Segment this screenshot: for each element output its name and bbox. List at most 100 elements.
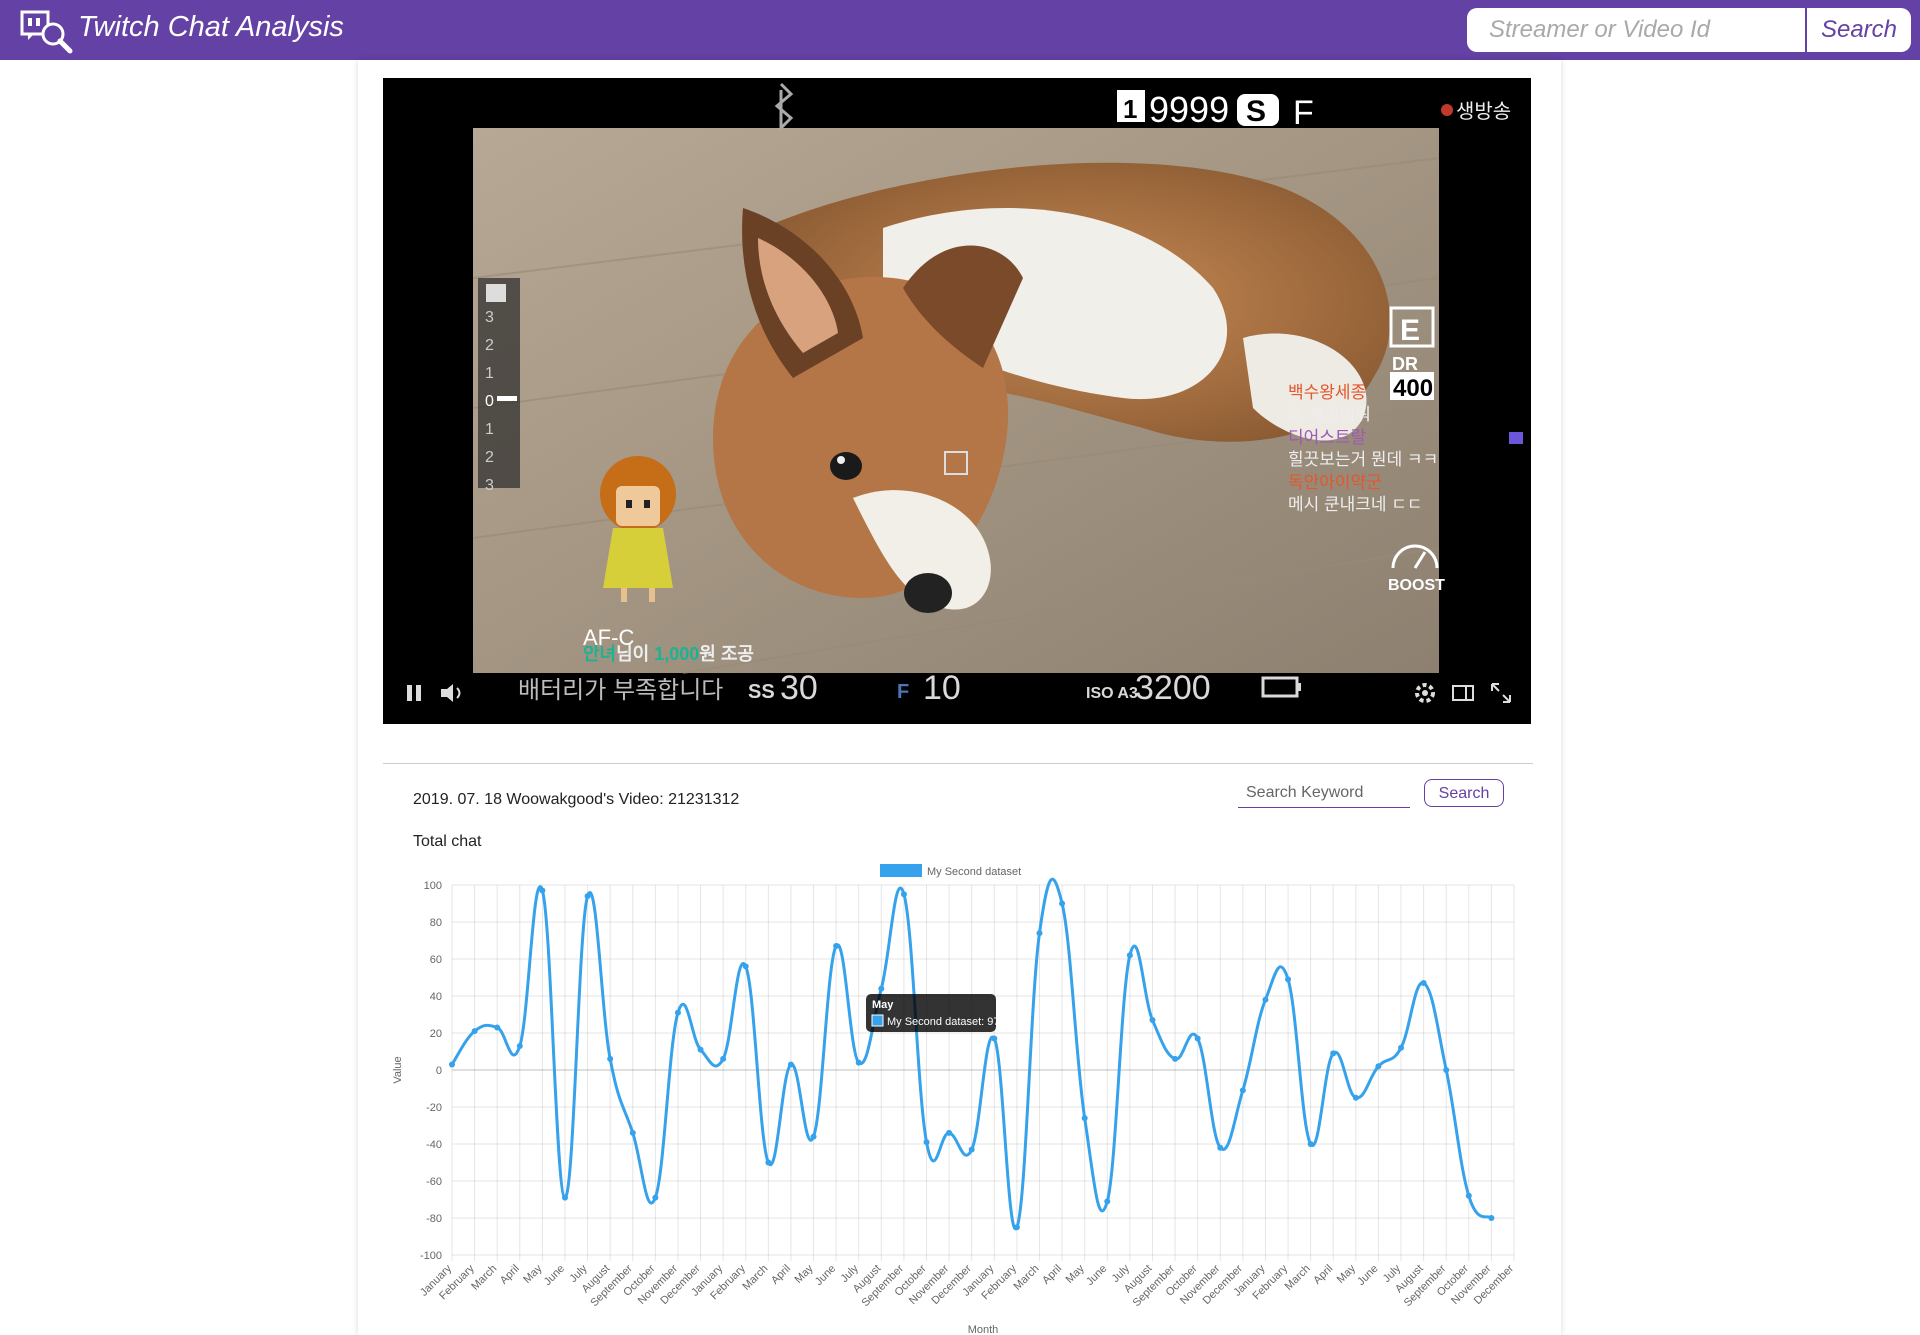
y-tick-label: 0	[436, 1065, 442, 1077]
x-tick-label: June	[1084, 1263, 1109, 1288]
video-player[interactable]: 1 9999 S F 생방송 3 2 1 0 1 2 3 E DR 400 BO…	[383, 78, 1531, 724]
x-tick-label: May	[1335, 1262, 1359, 1286]
total-chat-line-chart[interactable]: My Second dataset 100 80 60 40 20 0 -20 -40 -60 -8…	[383, 858, 1533, 1335]
data-point	[607, 1055, 614, 1062]
x-tick-label: March	[740, 1263, 770, 1293]
data-point	[991, 1035, 998, 1042]
y-tick-label: -100	[420, 1250, 442, 1262]
volume-icon[interactable]	[439, 681, 465, 705]
data-point	[1465, 1192, 1472, 1199]
svg-text:2: 2	[485, 337, 494, 354]
data-point	[1172, 1055, 1179, 1062]
data-point	[1352, 1094, 1359, 1101]
data-point	[923, 1139, 930, 1146]
data-point	[471, 1028, 478, 1035]
total-chat-label: Total chat	[413, 833, 482, 850]
y-tick-label: -20	[426, 1102, 442, 1114]
data-point	[516, 1042, 523, 1049]
data-point	[1059, 900, 1066, 907]
data-point	[1330, 1050, 1337, 1057]
x-tick-label: May	[521, 1262, 545, 1286]
theater-mode-icon[interactable]	[1451, 681, 1475, 705]
data-point	[878, 985, 885, 992]
data-point	[1488, 1215, 1495, 1221]
svg-text:1: 1	[1123, 94, 1137, 124]
tooltip-title: May	[872, 999, 894, 1011]
data-point	[742, 963, 749, 970]
x-axis-title: Month	[968, 1324, 999, 1335]
data-point	[652, 1194, 659, 1201]
svg-text:2: 2	[485, 449, 494, 466]
data-point	[1149, 1017, 1156, 1024]
y-axis-title: Value	[392, 1056, 404, 1083]
x-tick-label: May	[792, 1262, 816, 1286]
tooltip-swatch	[871, 1014, 884, 1027]
svg-text:1: 1	[485, 365, 494, 382]
data-point	[584, 893, 591, 900]
svg-text:디어스트랄: 디어스트랄	[1288, 428, 1367, 447]
x-tick-label: June	[1355, 1263, 1380, 1288]
svg-text:힐끗보는거 뭔데 ㅋㅋ: 힐끗보는거 뭔데 ㅋㅋ	[1288, 450, 1438, 469]
data-point	[1194, 1035, 1201, 1042]
data-point	[855, 1059, 862, 1066]
fullscreen-icon[interactable]	[1489, 681, 1513, 705]
streamer-search-form: Search	[1467, 8, 1911, 52]
chat-analysis-logo-icon	[20, 10, 73, 54]
data-point	[1239, 1087, 1246, 1094]
data-point	[494, 1024, 501, 1031]
data-point	[946, 1129, 953, 1136]
y-tick-label: 20	[430, 1028, 442, 1040]
svg-text:F: F	[1293, 94, 1314, 132]
x-tick-label: June	[813, 1263, 838, 1288]
settings-gear-icon[interactable]	[1413, 681, 1437, 705]
keyword-search-input[interactable]	[1238, 778, 1410, 808]
svg-text:독안아이약군: 독안아이약군	[1288, 473, 1382, 492]
svg-text:메시 쿤내크네 ㄷㄷ: 메시 쿤내크네 ㄷㄷ	[1288, 495, 1423, 514]
svg-text:E: E	[1400, 314, 1420, 347]
data-point	[810, 1133, 817, 1140]
x-tick-label: June	[542, 1263, 567, 1288]
svg-text:와 개귀여워: 와 개귀여워	[1288, 405, 1371, 424]
y-tick-label: 40	[430, 991, 442, 1003]
svg-text:백수왕세종: 백수왕세종	[1288, 383, 1366, 402]
data-point	[765, 1159, 772, 1166]
svg-text:3: 3	[485, 309, 494, 326]
video-frame: 1 9999 S F 생방송 3 2 1 0 1 2 3 E DR 400 BO…	[383, 82, 1531, 724]
data-point	[1013, 1224, 1020, 1231]
x-tick-label: April	[1040, 1263, 1064, 1287]
top-navbar: Twitch Chat Analysis Search	[0, 0, 1920, 60]
legend-label: My Second dataset	[927, 866, 1021, 878]
data-point	[629, 1129, 636, 1136]
data-point	[900, 891, 907, 898]
data-point	[1036, 930, 1043, 937]
data-point	[539, 887, 546, 894]
keyword-search-button[interactable]: Search	[1424, 779, 1504, 807]
x-tick-label: May	[1064, 1262, 1088, 1286]
data-point	[1126, 952, 1133, 959]
bluetooth-icon	[774, 82, 794, 132]
search-button[interactable]: Search	[1807, 8, 1911, 52]
y-tick-label: 60	[430, 954, 442, 966]
data-point	[1262, 996, 1269, 1003]
x-tick-label: April	[1311, 1263, 1335, 1287]
x-tick-label: March	[1012, 1263, 1042, 1293]
y-tick-label: -40	[426, 1139, 442, 1151]
data-point	[674, 1009, 681, 1016]
data-point	[1443, 1067, 1450, 1073]
app-title[interactable]: Twitch Chat Analysis	[78, 11, 344, 44]
live-status-label: 생방송	[1456, 100, 1511, 123]
tooltip-label: My Second dataset: 97	[887, 1016, 1000, 1028]
x-tick-label: March	[469, 1263, 499, 1293]
data-point	[787, 1061, 794, 1068]
svg-text:BOOST: BOOST	[1388, 577, 1445, 594]
x-tick-label: April	[769, 1263, 793, 1287]
data-point	[720, 1055, 727, 1062]
svg-text:S: S	[1246, 95, 1266, 128]
svg-text:9999: 9999	[1149, 89, 1229, 130]
data-point	[1104, 1198, 1111, 1205]
legend-swatch	[880, 864, 922, 877]
pause-icon[interactable]	[403, 681, 425, 705]
svg-text:0: 0	[485, 393, 494, 410]
data-point	[449, 1061, 455, 1068]
streamer-search-input[interactable]	[1467, 8, 1805, 52]
